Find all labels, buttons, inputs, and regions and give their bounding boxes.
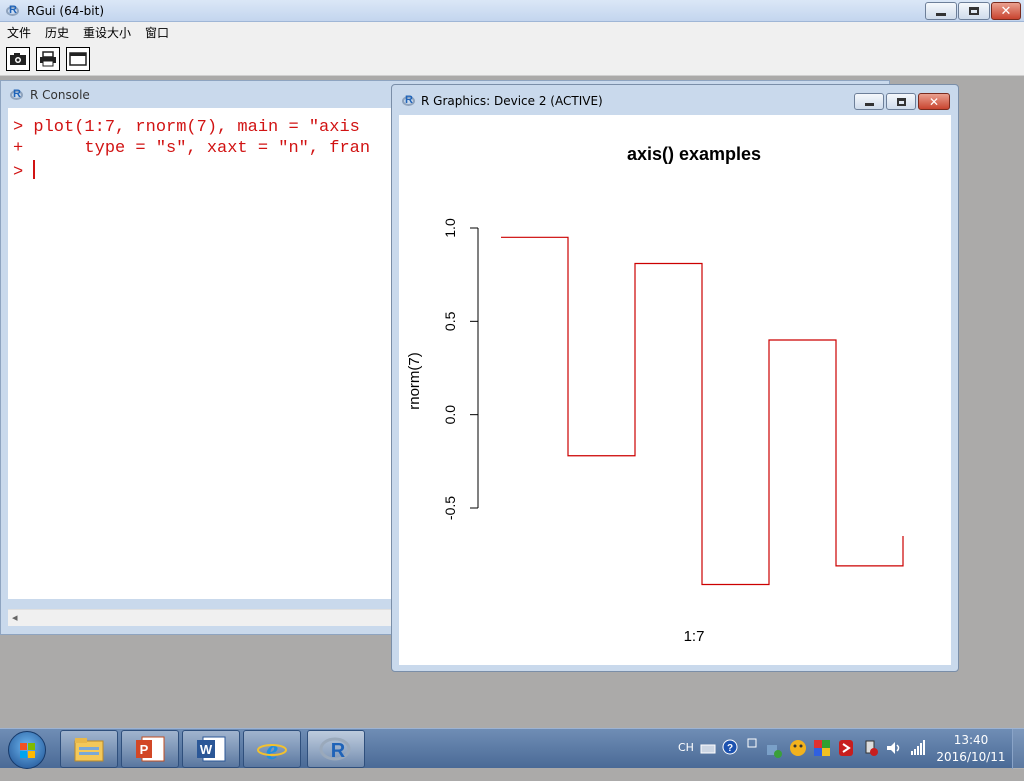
console-title: R Console [30, 88, 90, 102]
minimize-button[interactable] [925, 2, 957, 20]
keyboard-icon[interactable] [700, 741, 716, 781]
close-icon: ✕ [1001, 4, 1012, 19]
taskbar: P W e R CH ? 13:40 2016/10/11 [0, 728, 1024, 768]
svg-text:W: W [200, 742, 213, 757]
text-cursor [33, 160, 35, 179]
clock-time: 13:40 [930, 732, 1012, 749]
close-button[interactable]: ✕ [991, 2, 1021, 20]
y-tick-label: 1.0 [442, 218, 458, 238]
show-desktop-button[interactable] [1012, 729, 1024, 769]
graphics-title: R Graphics: Device 2 (ACTIVE) [421, 94, 603, 108]
graphics-close-button[interactable]: ✕ [918, 93, 950, 110]
word-icon: W [195, 735, 227, 763]
app-titlebar: R RGui (64-bit) ✕ [0, 0, 1024, 22]
volume-icon[interactable] [885, 739, 903, 779]
console-line: > plot(1:7, rnorm(7), main = "axis [13, 118, 360, 137]
menu-history[interactable]: 历史 [45, 24, 69, 41]
menu-resize[interactable]: 重设大小 [83, 24, 131, 41]
step-chart: axis() examples 1:7 rnorm(7) -0.5 0.0 0.5 1… [399, 115, 951, 665]
y-axis-label: rnorm(7) [406, 352, 423, 410]
maximize-icon [897, 98, 906, 106]
taskbar-powerpoint[interactable]: P [121, 730, 179, 768]
data-series [501, 237, 903, 584]
menu-file[interactable]: 文件 [7, 24, 31, 41]
windows-logo-icon [9, 732, 47, 770]
svg-text:e: e [266, 735, 278, 763]
window-icon [69, 52, 87, 66]
taskbar-explorer[interactable] [60, 730, 118, 768]
svg-text:P: P [140, 742, 149, 757]
ime-options-icon[interactable] [746, 737, 760, 777]
scroll-left-icon[interactable]: ◂ [12, 611, 18, 624]
ie-icon: e [256, 735, 288, 763]
console-line: + type = "s", xaxt = "n", fran [13, 139, 370, 158]
step-line [501, 237, 903, 584]
camera-icon [9, 52, 27, 66]
r-graphics-window[interactable]: R R Graphics: Device 2 (ACTIVE) ✕ axis()… [391, 84, 959, 672]
restore-icon [969, 7, 979, 15]
console-prompt: > [13, 163, 33, 182]
security-app-icon[interactable] [837, 739, 855, 779]
system-clock[interactable]: 13:40 2016/10/11 [930, 732, 1012, 766]
y-axis: -0.5 0.0 0.5 1.0 [442, 218, 478, 520]
toolbar [0, 42, 1024, 76]
svg-text:?: ? [727, 743, 733, 754]
y-tick-label: 0.0 [442, 405, 458, 425]
app-title: RGui (64-bit) [27, 4, 104, 18]
taskbar-word[interactable]: W [182, 730, 240, 768]
minimize-icon [936, 13, 946, 16]
signal-icon[interactable] [909, 739, 927, 779]
y-tick-label: 0.5 [442, 311, 458, 331]
close-icon: ✕ [929, 95, 939, 109]
r-icon: R [319, 735, 353, 763]
language-label: CH [678, 741, 694, 754]
taskbar-r[interactable]: R [307, 730, 365, 768]
taskbar-ie[interactable]: e [243, 730, 301, 768]
powerpoint-icon: P [134, 735, 166, 763]
graphics-minimize-button[interactable] [854, 93, 884, 110]
help-icon[interactable]: ? [722, 739, 738, 779]
r-logo-icon: R [402, 95, 416, 107]
colorful-app-icon[interactable] [813, 739, 831, 779]
r-logo-icon: R [6, 5, 20, 17]
svg-text:R: R [331, 740, 346, 762]
menu-bar: 文件 历史 重设大小 窗口 [0, 22, 1024, 42]
print-icon [39, 51, 57, 67]
plot-area: axis() examples 1:7 rnorm(7) -0.5 0.0 0.5 1… [399, 115, 951, 665]
usb-device-icon[interactable] [861, 739, 879, 779]
copy-image-button[interactable] [6, 47, 30, 71]
network-status-icon[interactable] [765, 741, 783, 781]
console-button[interactable] [66, 47, 90, 71]
menu-windows[interactable]: 窗口 [145, 24, 169, 41]
start-button[interactable] [8, 731, 46, 769]
x-axis-label: 1:7 [684, 628, 705, 645]
explorer-icon [73, 735, 105, 763]
print-button[interactable] [36, 47, 60, 71]
minimize-icon [865, 103, 874, 106]
restore-button[interactable] [958, 2, 990, 20]
graphics-maximize-button[interactable] [886, 93, 916, 110]
r-logo-icon: R [10, 89, 24, 101]
clock-date: 2016/10/11 [930, 749, 1012, 766]
chat-app-icon[interactable] [789, 739, 807, 779]
chart-title: axis() examples [627, 144, 761, 164]
y-tick-label: -0.5 [442, 496, 458, 520]
